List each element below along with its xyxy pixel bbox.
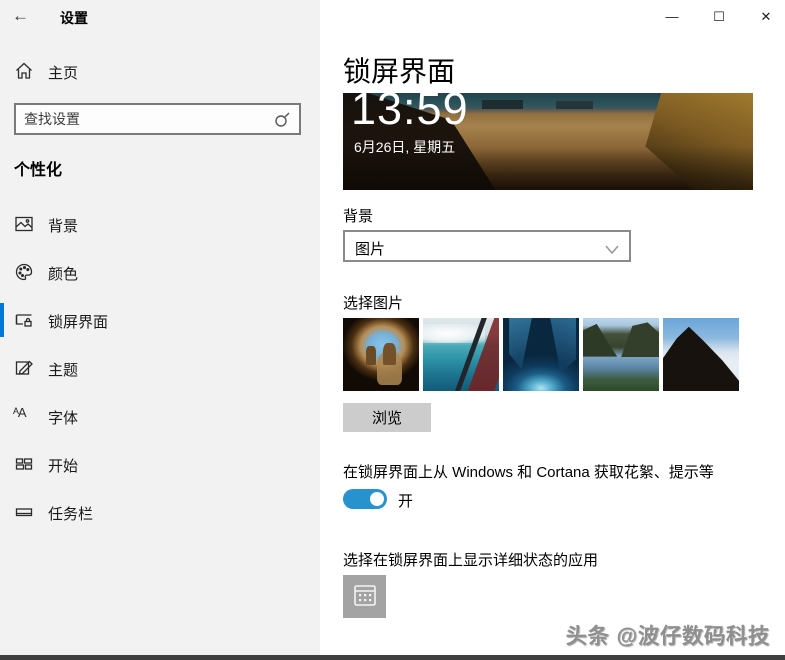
lockscreen-preview: 13:59 6月26日, 星期五 bbox=[343, 93, 753, 190]
fonts-icon: ᴬA bbox=[13, 405, 26, 420]
search-icon[interactable] bbox=[273, 111, 291, 134]
sidebar-item-label: 字体 bbox=[48, 407, 78, 428]
sidebar-nav: 背景 颜色 锁屏界面 主题 ᴬA bbox=[0, 200, 320, 536]
chevron-down-icon bbox=[605, 242, 619, 260]
thumbnail-aerial-ocean[interactable] bbox=[423, 318, 499, 391]
detailed-status-app-button[interactable] bbox=[343, 575, 386, 618]
lockscreen-icon bbox=[14, 310, 34, 330]
background-label: 背景 bbox=[343, 205, 373, 226]
sidebar-item-fonts[interactable]: ᴬA 字体 bbox=[0, 392, 320, 440]
search-box bbox=[14, 103, 301, 135]
spotlight-toggle[interactable] bbox=[343, 489, 387, 509]
picture-thumbnails bbox=[343, 318, 763, 391]
detailed-status-label: 选择在锁屏界面上显示详细状态的应用 bbox=[343, 549, 763, 570]
main-content: — ☐ ✕ 锁屏界面 13:59 6月26日, 星期五 背景 图片 选择图片 bbox=[320, 0, 785, 655]
taskbar-icon bbox=[14, 502, 34, 522]
sidebar-item-label: 主题 bbox=[48, 359, 78, 380]
theme-icon bbox=[14, 358, 34, 378]
calendar-icon bbox=[352, 582, 378, 611]
spotlight-description: 在锁屏界面上从 Windows 和 Cortana 获取花絮、提示等 bbox=[343, 461, 763, 482]
palette-icon bbox=[14, 262, 34, 282]
thumbnail-ice-cave[interactable] bbox=[503, 318, 579, 391]
sidebar-item-lockscreen[interactable]: 锁屏界面 bbox=[0, 296, 320, 344]
preview-jetty bbox=[482, 100, 523, 109]
sidebar-item-taskbar[interactable]: 任务栏 bbox=[0, 488, 320, 536]
choose-picture-label: 选择图片 bbox=[343, 292, 403, 313]
screen-bottom-edge bbox=[0, 655, 785, 660]
toggle-knob bbox=[370, 492, 384, 506]
section-header-personalization: 个性化 bbox=[14, 156, 62, 180]
sidebar-item-colors[interactable]: 颜色 bbox=[0, 248, 320, 296]
search-input[interactable] bbox=[24, 105, 264, 133]
home-icon bbox=[14, 61, 34, 86]
settings-window: ← 设置 主页 个性化 背景 bbox=[0, 0, 785, 660]
sidebar-item-start[interactable]: 开始 bbox=[0, 440, 320, 488]
background-dropdown-value: 图片 bbox=[355, 238, 385, 259]
start-icon bbox=[14, 454, 34, 474]
close-button[interactable]: ✕ bbox=[755, 6, 777, 28]
preview-jetty bbox=[556, 101, 593, 109]
background-dropdown[interactable]: 图片 bbox=[343, 230, 631, 262]
preview-clock: 13:59 bbox=[351, 93, 469, 131]
sidebar-item-label: 开始 bbox=[48, 455, 78, 476]
back-arrow-icon[interactable]: ← bbox=[12, 6, 29, 26]
sidebar-item-themes[interactable]: 主题 bbox=[0, 344, 320, 392]
minimize-button[interactable]: — bbox=[661, 6, 683, 28]
window-controls: — ☐ ✕ bbox=[635, 0, 785, 34]
sidebar-item-label: 任务栏 bbox=[48, 503, 93, 524]
sidebar-item-label: 主页 bbox=[48, 62, 78, 83]
sidebar-item-label: 锁屏界面 bbox=[48, 311, 108, 332]
page-title: 锁屏界面 bbox=[343, 50, 455, 90]
browse-button[interactable]: 浏览 bbox=[343, 403, 431, 432]
maximize-button[interactable]: ☐ bbox=[708, 6, 730, 28]
sidebar-item-label: 背景 bbox=[48, 215, 78, 236]
thumbnail-cave-beach[interactable] bbox=[343, 318, 419, 391]
sidebar-item-label: 颜色 bbox=[48, 263, 78, 284]
window-title: 设置 bbox=[60, 8, 88, 28]
watermark-text: 头条 @波仔数码科技 bbox=[566, 620, 770, 650]
picture-icon bbox=[14, 214, 34, 234]
thumbnail-dark-hill[interactable] bbox=[663, 318, 739, 391]
toggle-state-label: 开 bbox=[398, 490, 413, 511]
preview-date: 6月26日, 星期五 bbox=[354, 137, 455, 157]
thumbnail-mountain-lake[interactable] bbox=[583, 318, 659, 391]
sidebar-item-background[interactable]: 背景 bbox=[0, 200, 320, 248]
sidebar: ← 设置 主页 个性化 背景 bbox=[0, 0, 320, 655]
sidebar-item-home[interactable]: 主页 bbox=[0, 58, 320, 88]
